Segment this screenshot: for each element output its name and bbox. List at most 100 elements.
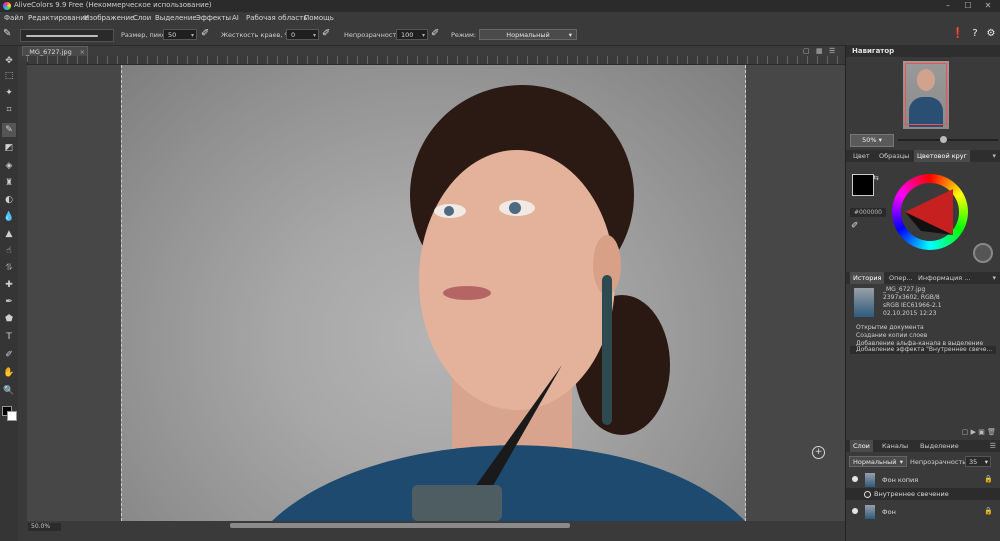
toolbox: ✥ ⬚ ✦ ⌗ ✎ ◩ ◈ ♜ ◐ 💧 ▲ ☝ ⥮ ✚ ✒ ⬟ T ✐ ✋ 🔍 [0, 46, 18, 541]
brush-tool-icon[interactable]: ✎ [2, 123, 16, 137]
navigator-zoom-select[interactable]: 50% ▾ [850, 134, 894, 147]
help-icon[interactable]: ? [968, 27, 982, 41]
maximize-icon[interactable]: ☐ [958, 0, 978, 12]
color-wheel[interactable] [892, 174, 968, 250]
swap-colors-icon[interactable]: ⇆ [873, 174, 879, 182]
layer-row[interactable]: Фон копия 🔒 [846, 472, 1000, 488]
panel-menu-icon[interactable]: ▾ [992, 150, 996, 162]
brush-preset-picker[interactable] [20, 29, 114, 42]
document-tab[interactable]: _MG_6727.jpg × [22, 46, 88, 56]
size-input[interactable]: 50 ▾ [163, 29, 197, 40]
magic-wand-tool-icon[interactable]: ✦ [2, 86, 16, 100]
history-item-selected[interactable]: Добавление эффекта "Внутреннее свече... [850, 346, 996, 354]
tab-swatches[interactable]: Образцы [876, 150, 912, 162]
tab-history[interactable]: История [850, 272, 885, 284]
tab-color-wheel[interactable]: Цветовой круг [914, 150, 971, 162]
navigator-thumbnail[interactable] [903, 61, 949, 129]
layers-panel-tabs: Слои Каналы Выделение ☰ [846, 440, 1000, 452]
menu-selection[interactable]: Выделение [155, 14, 197, 22]
menu-image[interactable]: Изображение [84, 14, 134, 22]
trash-icon[interactable]: 🗑 [987, 428, 996, 436]
history-item[interactable]: Открытие документа [856, 324, 924, 331]
dodge-tool-icon[interactable]: ◐ [2, 193, 16, 207]
menu-layers[interactable]: Слои [133, 14, 151, 22]
sharpen-tool-icon[interactable]: ▲ [2, 227, 16, 241]
healing-tool-icon[interactable]: ✚ [2, 278, 16, 292]
background-color-swatch[interactable] [7, 411, 17, 421]
size-label: Размер, пикс [121, 31, 166, 39]
color-mode-toggle[interactable] [973, 243, 993, 263]
new-snapshot-icon[interactable]: ▢ [962, 428, 969, 436]
panel-menu-icon[interactable]: ▾ [992, 272, 996, 284]
feedback-icon[interactable]: ❗ [951, 27, 965, 41]
shape-tool-icon[interactable]: ⬟ [2, 312, 16, 326]
menu-ai[interactable]: AI [232, 14, 239, 22]
history-file-profile: sRGB IEC61966-2.1 [883, 302, 942, 309]
opacity-input[interactable]: 100 ▾ [396, 29, 428, 40]
zoom-tool-icon[interactable]: 🔍 [2, 384, 16, 398]
eraser-tool-icon[interactable]: ◩ [2, 141, 16, 155]
menu-effects[interactable]: Эффекты [196, 14, 231, 22]
eyedropper-icon[interactable]: ✐ [851, 221, 859, 231]
history-snapshot-thumbnail[interactable] [854, 288, 874, 317]
stamp-tool-icon[interactable]: ♜ [2, 176, 16, 190]
fill-tool-icon[interactable]: ◈ [2, 159, 16, 173]
warp-tool-icon[interactable]: ⥮ [2, 261, 16, 275]
horizontal-scrollbar[interactable] [230, 523, 570, 528]
tab-channels[interactable]: Каналы [879, 440, 911, 452]
menu-help[interactable]: Помощь [304, 14, 334, 22]
pressure-pen-icon[interactable]: ✐ [431, 28, 443, 40]
brush-tool-icon: ✎ [3, 28, 12, 39]
menu-file[interactable]: Файл [4, 14, 23, 22]
layer-blend-mode-select[interactable]: Нормальный ▾ [849, 456, 907, 467]
panel-menu-icon[interactable]: ☰ [829, 47, 835, 55]
minimize-icon[interactable]: – [938, 0, 958, 12]
close-icon[interactable]: ✕ [978, 0, 998, 12]
menu-edit[interactable]: Редактирование [28, 14, 89, 22]
pressure-pen-icon[interactable]: ✐ [322, 28, 334, 40]
document-image[interactable] [121, 65, 746, 521]
lock-icon[interactable]: 🔒 [984, 507, 993, 515]
settings-icon[interactable]: ⚙ [984, 27, 998, 41]
tab-color[interactable]: Цвет [850, 150, 873, 162]
layer-effect-row[interactable]: Внутреннее свечение [846, 488, 1000, 500]
pressure-pen-icon[interactable]: ✐ [201, 28, 213, 40]
hardness-input[interactable]: 0 ▾ [286, 29, 319, 40]
layer-name: Фон копия [882, 476, 919, 484]
play-icon[interactable]: ▶ [971, 428, 976, 436]
hex-color-input[interactable]: #000000 [850, 208, 886, 217]
new-document-icon[interactable]: ▢ [803, 47, 810, 55]
marquee-tool-icon[interactable]: ⬚ [2, 69, 16, 83]
eye-icon[interactable] [852, 508, 858, 514]
panel-menu-icon[interactable]: ☰ [990, 440, 996, 452]
add-icon[interactable]: + [812, 446, 825, 459]
foreground-color-swatch[interactable] [852, 174, 874, 196]
effect-visibility-icon[interactable] [864, 491, 871, 498]
blend-mode-select[interactable]: Нормальный ▾ [479, 29, 577, 40]
tab-selection[interactable]: Выделение [917, 440, 962, 452]
tab-information[interactable]: Информация ... [915, 272, 973, 284]
text-tool-icon[interactable]: T [2, 330, 16, 344]
pen-tool-icon[interactable]: ✒ [2, 295, 16, 309]
crop-tool-icon[interactable]: ⌗ [2, 103, 16, 117]
tab-layers[interactable]: Слои [850, 440, 873, 452]
eyedropper-tool-icon[interactable]: ✐ [2, 348, 16, 362]
layer-opacity-input[interactable]: 35 ▾ [965, 456, 991, 467]
smudge-tool-icon[interactable]: ☝ [2, 244, 16, 258]
menu-workspace[interactable]: Рабочая область [246, 14, 307, 22]
hand-tool-icon[interactable]: ✋ [2, 366, 16, 380]
move-tool-icon[interactable]: ✥ [2, 54, 16, 68]
iris-left [444, 206, 454, 216]
tab-operations[interactable]: Опер... [886, 272, 916, 284]
new-document-icon[interactable]: ▣ [978, 428, 985, 436]
history-item[interactable]: Создание копии слоев [856, 332, 927, 339]
layer-row[interactable]: Фон 🔒 [846, 504, 1000, 520]
navigator-zoom-slider[interactable] [898, 136, 998, 143]
blur-tool-icon[interactable]: 💧 [2, 210, 16, 224]
grid-view-icon[interactable]: ▦ [816, 47, 823, 55]
eye-icon[interactable] [852, 476, 858, 482]
lock-icon[interactable]: 🔒 [984, 475, 993, 483]
zoom-level[interactable]: 50.0% [28, 523, 61, 531]
color-triangle[interactable] [901, 183, 959, 241]
earring [602, 275, 612, 425]
